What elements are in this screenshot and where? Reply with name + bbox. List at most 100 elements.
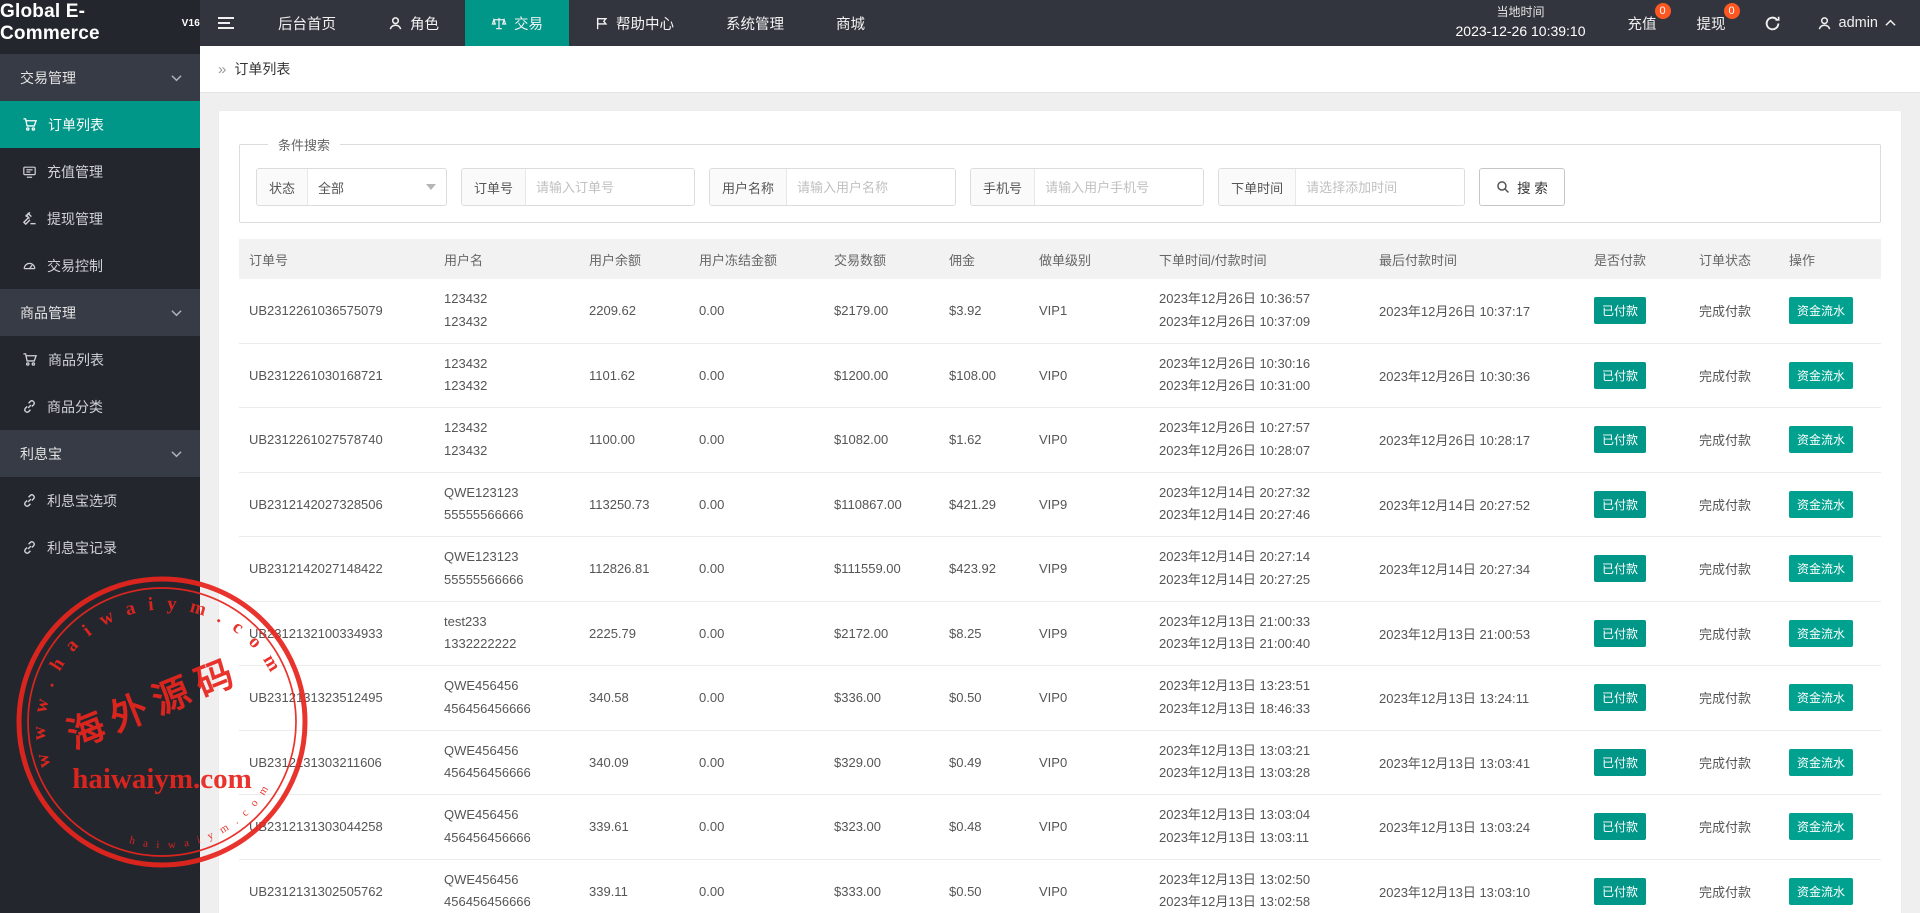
times-cell: 2023年12月13日 13:02:50 2023年12月13日 13:02:58 [1149,859,1369,913]
level-cell: VIP0 [1029,407,1149,473]
balance-cell: 1101.62 [579,343,689,408]
level-cell: VIP9 [1029,601,1149,666]
commission-cell: $3.92 [939,279,1029,344]
user-cell: QWE123123 55555566666 [434,472,579,537]
table-row: UB2312261036575079 123432 123432 2209.62 0.0… [239,279,1881,344]
paid-cell: 已付款 [1584,665,1689,731]
filter-input-phone[interactable] [1035,169,1204,205]
sidebar-item-order-list[interactable]: 订单列表 [0,101,200,148]
search-button[interactable]: 搜 索 [1479,168,1565,206]
paid-cell: 已付款 [1584,794,1689,860]
sidebar-toggle-button[interactable] [200,0,252,46]
frozen-cell: 0.00 [689,730,824,795]
caret-down-icon [426,184,437,190]
order-status-cell: 完成付款 [1689,730,1779,795]
fund-flow-button[interactable]: 资金流水 [1789,877,1854,905]
fund-flow-button[interactable]: 资金流水 [1789,490,1854,518]
column-header: 用户名 [434,239,579,279]
frozen-cell: 0.00 [689,665,824,731]
order-no-cell: UB2312131323512495 [239,665,434,731]
filter-user-name: 用户名称 [709,168,957,206]
refresh-button[interactable] [1746,0,1799,46]
search-button-label: 搜 索 [1517,181,1548,196]
fund-flow-button[interactable]: 资金流水 [1789,297,1854,325]
column-header: 用户余额 [579,239,689,279]
user-phone: 456456456666 [444,829,531,845]
column-header: 订单状态 [1689,239,1779,279]
admin-name: admin [1838,15,1879,31]
fund-flow-button[interactable]: 资金流水 [1789,619,1854,647]
filter-order-no: 订单号 [461,168,696,206]
breadcrumb-marker-icon: » [218,60,227,78]
nav-item-role[interactable]: 角色 [362,0,465,46]
nav-item-label: 交易 [514,16,543,33]
sidebar-item-withdraw-manage[interactable]: 提现管理 [0,195,200,242]
sidebar-item-lixibao-records[interactable]: 利息宝记录 [0,524,200,571]
sidebar-item-lixibao-options[interactable]: 利息宝选项 [0,477,200,524]
column-header: 是否付款 [1584,239,1689,279]
last-pay-time-cell: 2023年12月13日 13:03:41 [1369,730,1584,795]
sidebar-item-label: 交易控制 [47,257,103,274]
sidebar-item-trade-control[interactable]: 交易控制 [0,242,200,289]
sidebar-group-trade-manage[interactable]: 交易管理 [0,54,200,101]
user-cell: 123432 123432 [434,279,579,344]
level-cell: VIP0 [1029,343,1149,408]
pay-time: 2023年12月26日 10:37:09 [1159,313,1311,329]
column-header: 最后付款时间 [1369,239,1584,279]
paid-badge: 已付款 [1594,297,1647,325]
order-time: 2023年12月13日 13:02:50 [1159,871,1311,887]
sidebar-item-goods-list[interactable]: 商品列表 [0,336,200,383]
sidebar-group-goods-manage[interactable]: 商品管理 [0,289,200,336]
recharge-button[interactable]: 充值 0 [1608,0,1677,46]
nav-item-trade[interactable]: 交易 [465,0,569,46]
nav-item-label: 系统管理 [726,16,784,33]
filter-input-order-no[interactable] [526,169,695,205]
balance-cell: 2225.79 [579,601,689,666]
action-cell: 资金流水 [1779,730,1881,795]
frozen-cell: 0.00 [689,601,824,666]
fund-flow-button[interactable]: 资金流水 [1789,813,1854,841]
sidebar-item-recharge-manage[interactable]: 充值管理 [0,148,200,195]
times-cell: 2023年12月26日 10:27:57 2023年12月26日 10:28:07 [1149,407,1369,473]
app-logo: Global E-Commerce V16 [0,0,200,46]
nav-item-home[interactable]: 后台首页 [252,0,362,46]
nav-item-help[interactable]: 帮助中心 [569,0,700,46]
order-time: 2023年12月14日 20:27:32 [1159,484,1311,500]
fund-flow-button[interactable]: 资金流水 [1789,555,1854,583]
order-time: 2023年12月26日 10:30:16 [1159,355,1311,371]
sidebar-group-lixibao[interactable]: 利息宝 [0,430,200,477]
user-phone: 123432 [444,442,488,458]
user-phone: 55555566666 [444,571,524,587]
admin-menu[interactable]: admin [1799,0,1920,46]
link-icon [22,399,37,414]
nav-item-system[interactable]: 系统管理 [700,0,810,46]
user-cell: QWE123123 55555566666 [434,536,579,602]
order-no-cell: UB2312131303044258 [239,794,434,860]
table-row: UB2312142027328506 QWE123123 55555566666 11… [239,472,1881,537]
pay-time: 2023年12月13日 18:46:33 [1159,700,1311,716]
chevron-up-icon [1885,19,1896,27]
fund-flow-button[interactable]: 资金流水 [1789,361,1854,389]
filter-input-order-time[interactable] [1296,169,1465,205]
last-pay-time-cell: 2023年12月14日 20:27:52 [1369,472,1584,537]
amount-cell: $1200.00 [824,343,939,408]
nav-item-mall[interactable]: 商城 [810,0,891,46]
order-status-cell: 完成付款 [1689,407,1779,473]
fund-flow-button[interactable]: 资金流水 [1789,426,1854,454]
last-pay-time-cell: 2023年12月26日 10:37:17 [1369,279,1584,344]
pay-time: 2023年12月13日 13:03:11 [1159,829,1310,845]
user-name: QWE456456 [444,871,519,887]
filter-input-user-name[interactable] [787,169,956,205]
order-status-cell: 完成付款 [1689,601,1779,666]
commission-cell: $108.00 [939,343,1029,408]
fund-flow-button[interactable]: 资金流水 [1789,748,1854,776]
fund-flow-button[interactable]: 资金流水 [1789,684,1854,712]
amount-cell: $110867.00 [824,472,939,537]
withdraw-button[interactable]: 提现 0 [1677,0,1746,46]
sidebar-item-goods-category[interactable]: 商品分类 [0,383,200,430]
user-phone: 123432 [444,378,488,394]
level-cell: VIP9 [1029,536,1149,602]
chevron-down-icon [171,74,182,82]
amount-cell: $1082.00 [824,407,939,473]
filter-select-status[interactable]: 全部 [308,169,446,205]
